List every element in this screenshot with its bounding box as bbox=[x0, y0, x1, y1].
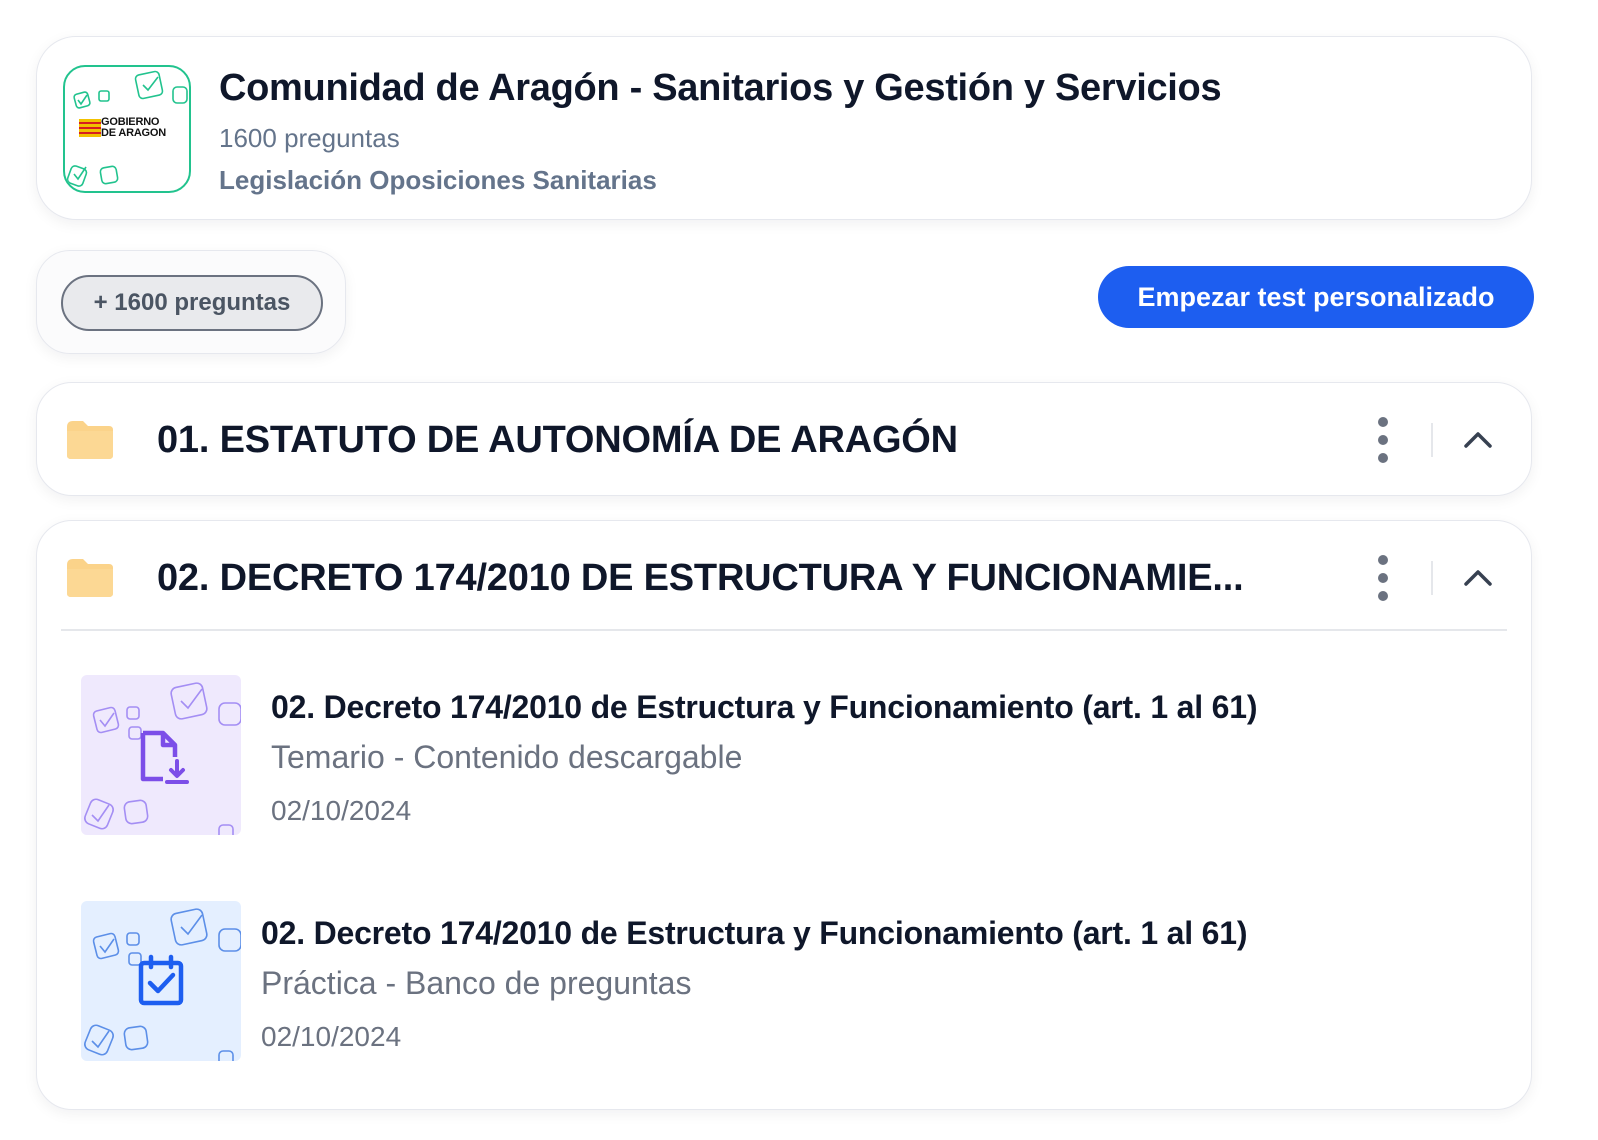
item-subtitle: Práctica - Banco de preguntas bbox=[261, 965, 692, 1001]
more-options-icon[interactable] bbox=[1371, 553, 1395, 603]
item-subtitle: Temario - Contenido descargable bbox=[271, 739, 743, 775]
file-download-icon bbox=[140, 730, 189, 784]
folder-icon bbox=[67, 559, 113, 597]
item-title: 02. Decreto 174/2010 de Estructura y Fun… bbox=[261, 915, 1248, 951]
start-custom-test-button[interactable]: Empezar test personalizado bbox=[1098, 266, 1534, 328]
course-logo: GOBIERNO DE ARAGON bbox=[63, 65, 191, 193]
course-title: Comunidad de Aragón - Sanitarios y Gesti… bbox=[219, 67, 1222, 109]
filter-card: + 1600 preguntas bbox=[36, 250, 346, 354]
section-title: 01. ESTATUTO DE AUTONOMÍA DE ARAGÓN bbox=[157, 419, 958, 461]
item-thumbnail bbox=[81, 901, 241, 1061]
course-questions-count: 1600 preguntas bbox=[219, 123, 400, 153]
folder-icon bbox=[67, 421, 113, 459]
chevron-up-icon[interactable] bbox=[1461, 423, 1495, 457]
item-date: 02/10/2024 bbox=[271, 795, 412, 826]
course-header-card: GOBIERNO DE ARAGON Comunidad de Aragón -… bbox=[36, 36, 1532, 220]
section-card: 02. DECRETO 174/2010 DE ESTRUCTURA Y FUN… bbox=[36, 520, 1532, 1110]
divider bbox=[1431, 423, 1433, 457]
clipboard-check-icon bbox=[138, 954, 184, 1006]
divider bbox=[1431, 561, 1433, 595]
section-divider bbox=[61, 629, 1507, 631]
item-title: 02. Decreto 174/2010 de Estructura y Fun… bbox=[271, 689, 1258, 725]
content-item[interactable]: 02. Decreto 174/2010 de Estructura y Fun… bbox=[81, 675, 1481, 839]
questions-filter-chip[interactable]: + 1600 preguntas bbox=[61, 275, 323, 331]
item-thumbnail bbox=[81, 675, 241, 835]
section-title[interactable]: 02. DECRETO 174/2010 DE ESTRUCTURA Y FUN… bbox=[157, 557, 1244, 600]
chevron-up-icon[interactable] bbox=[1461, 561, 1495, 595]
aragon-flag-icon bbox=[79, 119, 101, 137]
item-date: 02/10/2024 bbox=[261, 1021, 402, 1052]
section-card[interactable]: 01. ESTATUTO DE AUTONOMÍA DE ARAGÓN bbox=[36, 382, 1532, 496]
more-options-icon[interactable] bbox=[1371, 415, 1395, 465]
course-category: Legislación Oposiciones Sanitarias bbox=[219, 165, 657, 195]
logo-text-line2: DE ARAGON bbox=[101, 127, 167, 139]
content-item[interactable]: 02. Decreto 174/2010 de Estructura y Fun… bbox=[81, 901, 1481, 1065]
logo-text: GOBIERNO DE ARAGON bbox=[101, 117, 166, 139]
